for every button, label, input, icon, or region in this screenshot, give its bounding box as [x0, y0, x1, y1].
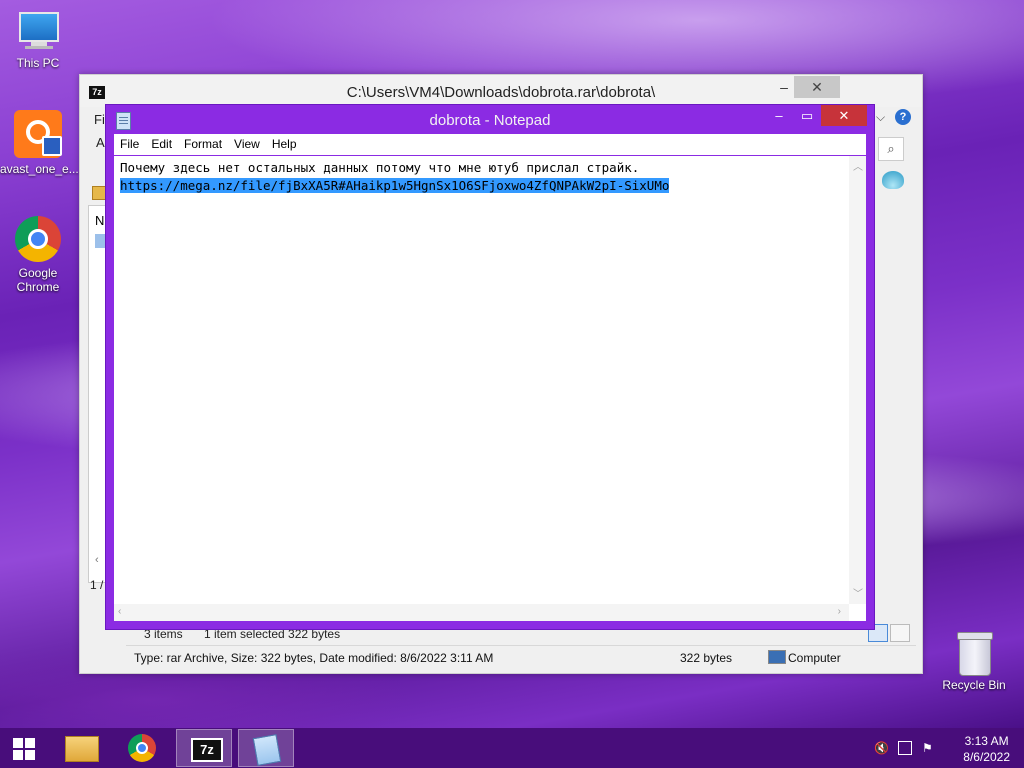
zip-path-partial: 1 /: [90, 578, 104, 592]
clock-time: 3:13 AM: [964, 734, 1009, 748]
large-icons-view-icon[interactable]: [890, 624, 910, 642]
desktop-label-this-pc: This PC: [16, 56, 60, 70]
status-type-info: Type: rar Archive, Size: 322 bytes, Date…: [134, 651, 494, 665]
status-bar: Type: rar Archive, Size: 322 bytes, Date…: [126, 645, 916, 668]
status-location: Computer: [788, 651, 841, 665]
notepad-close-button[interactable]: ✕: [821, 105, 867, 126]
taskbar-notepad[interactable]: [238, 729, 294, 767]
chrome-icon: [128, 734, 156, 762]
desktop-label-chrome: Google Chrome: [16, 266, 60, 294]
notepad-text-area[interactable]: Почему здесь нет остальных данных потому…: [114, 156, 866, 621]
shell-icon: [882, 171, 904, 189]
taskbar-chrome[interactable]: [114, 729, 170, 767]
desktop: This PC avast_one_e... Google Chrome Rec…: [0, 0, 1024, 728]
list-header-partial: N: [95, 213, 105, 228]
horizontal-scrollbar[interactable]: ‹ ›: [114, 604, 849, 621]
tray-flag-icon[interactable]: ⚑: [922, 741, 936, 755]
windows-logo-icon: [13, 738, 35, 760]
desktop-icon-chrome[interactable]: Google Chrome: [0, 216, 76, 294]
menu-format[interactable]: Format: [178, 134, 228, 155]
desktop-icon-avast[interactable]: avast_one_e...: [0, 110, 79, 176]
desktop-icon-this-pc[interactable]: This PC: [0, 10, 76, 70]
tray-volume-muted-icon[interactable]: 🔇: [874, 741, 889, 755]
text-line-1: Почему здесь нет остальных данных потому…: [120, 160, 640, 175]
desktop-label-recycle-bin: Recycle Bin: [942, 678, 1006, 692]
taskbar-clock[interactable]: 3:13 AM 8/6/2022: [963, 733, 1010, 765]
desktop-icon-recycle-bin[interactable]: Recycle Bin: [936, 630, 1012, 692]
taskbar-file-explorer[interactable]: [53, 729, 109, 767]
menu-file[interactable]: File: [114, 134, 145, 155]
menu-help[interactable]: Help: [266, 134, 303, 155]
this-pc-icon: [17, 10, 59, 52]
help-icon[interactable]: ?: [895, 109, 911, 125]
computer-icon: [768, 650, 786, 664]
zip-menu-partial[interactable]: Fi: [94, 112, 105, 127]
status-size: 322 bytes: [680, 651, 733, 665]
tray-network-icon[interactable]: [898, 741, 912, 755]
start-button[interactable]: [4, 729, 44, 767]
notepad-window: dobrota - Notepad – ▭ ✕ File Edit Format Vi…: [105, 104, 875, 630]
menu-view[interactable]: View: [228, 134, 266, 155]
notepad-menubar: File Edit Format View Help: [114, 134, 866, 155]
menu-edit[interactable]: Edit: [145, 134, 178, 155]
chrome-icon: [15, 216, 61, 262]
taskbar-7zip[interactable]: 7z: [176, 729, 232, 767]
scroll-left-arrow[interactable]: ‹: [95, 554, 99, 566]
scroll-up-arrow[interactable]: ︿: [853, 158, 863, 173]
avast-icon: [14, 110, 62, 158]
folder-icon: [65, 736, 99, 762]
recycle-bin-icon: [957, 630, 993, 676]
zip-toolbar-partial[interactable]: A: [96, 135, 105, 150]
scroll-down-arrow[interactable]: ﹀: [853, 585, 863, 600]
scroll-left-arrow[interactable]: ‹: [118, 606, 121, 617]
text-line-2-selected: https://mega.nz/file/fjBxXA5R#AHaikp1w5H…: [120, 178, 670, 193]
notepad-maximize-button[interactable]: ▭: [794, 105, 820, 126]
notepad-icon: [252, 734, 282, 766]
search-icon[interactable]: ⌕: [878, 137, 904, 161]
taskbar: 7z 🔇 ⚑ 3:13 AM 8/6/2022: [0, 728, 1024, 768]
clock-date: 8/6/2022: [963, 750, 1010, 764]
vertical-scrollbar[interactable]: ︿ ﹀: [849, 156, 866, 604]
7zip-icon: 7z: [191, 738, 223, 762]
chevron-down-icon[interactable]: ⌵: [876, 110, 885, 125]
notepad-minimize-button[interactable]: –: [766, 105, 792, 126]
desktop-label-avast: avast_one_e...: [0, 162, 79, 176]
scroll-right-arrow[interactable]: ›: [838, 606, 841, 617]
zip-titlebar: 7z C:\Users\VM4\Downloads\dobrota.rar\do…: [80, 75, 922, 107]
notepad-titlebar: dobrota - Notepad – ▭ ✕: [106, 105, 874, 134]
notepad-title: dobrota - Notepad: [429, 112, 551, 129]
zip-close-button[interactable]: ✕: [794, 76, 840, 98]
